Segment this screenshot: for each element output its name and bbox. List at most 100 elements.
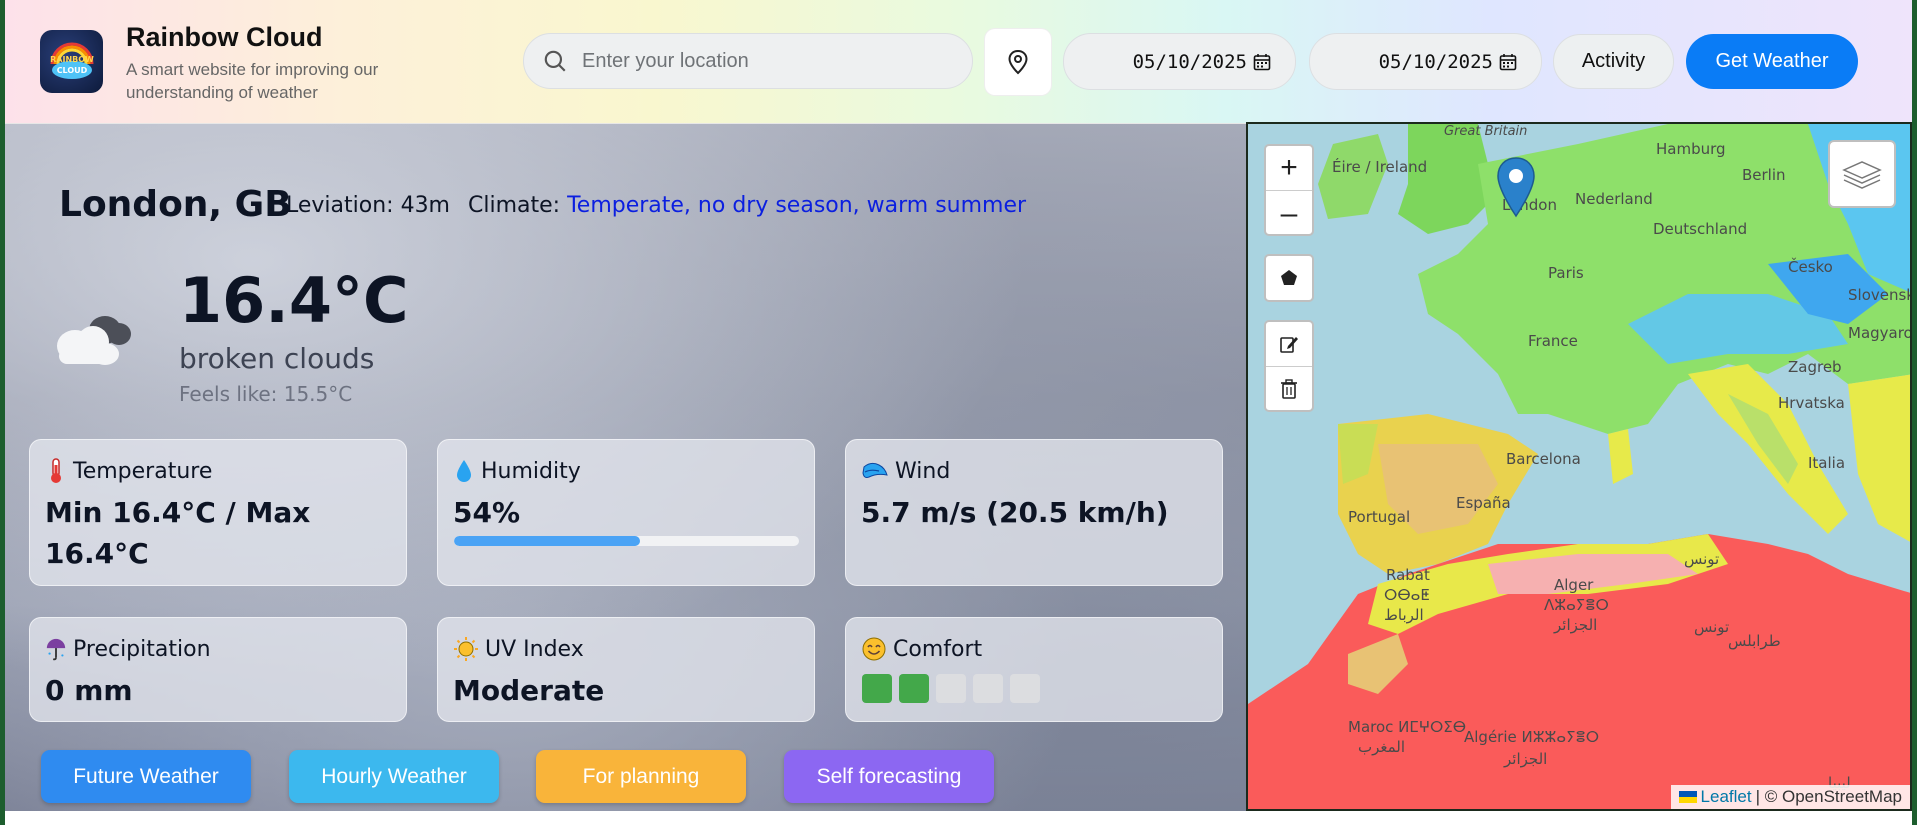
map-label-alger-arabic: الجزائر xyxy=(1554,616,1598,634)
zoom-out-button[interactable]: – xyxy=(1266,191,1312,236)
get-weather-button[interactable]: Get Weather xyxy=(1686,34,1858,89)
map-label-tunis-arabic: تونس xyxy=(1684,550,1720,568)
temperature-card-label: Temperature xyxy=(45,458,212,484)
delete-layers-button[interactable] xyxy=(1266,366,1312,410)
map-label-rabat-tifinagh: ⵔⴱⴰⵟ xyxy=(1384,586,1430,604)
comfort-card: Comfort xyxy=(845,617,1223,722)
map-label-cesko: Česko xyxy=(1788,258,1833,276)
map-label-rabat: Rabat xyxy=(1386,566,1430,584)
humidity-progress-fill xyxy=(454,536,641,546)
map-label-paris: Paris xyxy=(1548,264,1584,282)
polygon-icon xyxy=(1281,270,1297,285)
temperature-card: Temperature Min 16.4°C / Max 16.4°C xyxy=(29,439,407,586)
climate-value-link[interactable]: Temperate, no dry season, warm summer xyxy=(567,193,1026,218)
uv-index-label-text: UV Index xyxy=(485,636,584,662)
location-pin-icon xyxy=(1008,49,1028,75)
thermometer-icon xyxy=(45,458,67,484)
comfort-level-indicator xyxy=(862,674,1040,703)
comfort-card-label: Comfort xyxy=(861,636,982,662)
map-label-espana: España xyxy=(1456,494,1511,512)
leaflet-link[interactable]: Leaflet xyxy=(1701,787,1752,807)
comfort-label-text: Comfort xyxy=(893,636,983,662)
comfort-level-dot xyxy=(936,674,966,703)
map-label-tarabulus: طرابلس xyxy=(1728,632,1781,650)
temperature-label-text: Temperature xyxy=(73,458,213,484)
edit-layers-button[interactable] xyxy=(1266,322,1312,366)
temperature-value: Min 16.4°C / Max 16.4°C xyxy=(45,496,311,570)
weather-panel: London, GB Leviation: 43m Climate: Tempe… xyxy=(5,124,1246,811)
comfort-level-dot xyxy=(862,674,892,703)
map-label-hrvatska: Hrvatska xyxy=(1778,394,1845,412)
header: RAINBOW CLOUD Rainbow Cloud A smart webs… xyxy=(5,0,1912,124)
uv-index-card: UV Index Moderate xyxy=(437,617,815,722)
climate-map[interactable]: Great Britain Éire / Ireland Hamburg Ber… xyxy=(1246,122,1912,811)
zoom-in-button[interactable]: + xyxy=(1266,146,1312,191)
sun-icon xyxy=(453,636,479,662)
edit-icon xyxy=(1280,337,1298,353)
humidity-progress-bar xyxy=(454,536,799,546)
map-label-barcelona: Barcelona xyxy=(1506,450,1581,468)
future-weather-button[interactable]: Future Weather xyxy=(41,750,251,803)
elevation-text: Leviation: 43m xyxy=(286,193,450,218)
umbrella-icon xyxy=(45,636,67,662)
search-box[interactable] xyxy=(523,33,973,89)
map-label-great-britain: Great Britain xyxy=(1444,124,1528,139)
precipitation-label-text: Precipitation xyxy=(73,636,211,662)
map-label-alger-tifinagh: ⴷⵣⴰⵢⴻⵔ xyxy=(1544,596,1609,614)
map-label-algerie-arabic: الجزائر xyxy=(1504,750,1548,768)
svg-text:CLOUD: CLOUD xyxy=(56,66,87,75)
attribution-text: | © OpenStreetMap xyxy=(1755,787,1902,806)
map-label-zagreb: Zagreb xyxy=(1788,358,1842,376)
self-forecasting-button[interactable]: Self forecasting xyxy=(784,750,994,803)
app-logo[interactable]: RAINBOW CLOUD xyxy=(40,30,103,93)
precipitation-card: Precipitation 0 mm xyxy=(29,617,407,722)
hourly-weather-button[interactable]: Hourly Weather xyxy=(289,750,499,803)
draw-polygon-button[interactable] xyxy=(1266,256,1312,300)
map-label-magyarorszag: Magyarország xyxy=(1848,324,1912,342)
draw-control xyxy=(1264,254,1314,302)
start-date-value: 05/10/2025 xyxy=(1132,50,1247,73)
map-label-deutschland: Deutschland xyxy=(1653,220,1748,238)
calendar-icon[interactable] xyxy=(1253,53,1271,71)
map-label-italia: Italia xyxy=(1808,454,1846,472)
calendar-icon[interactable] xyxy=(1499,53,1517,71)
map-label-france: France xyxy=(1528,332,1578,350)
droplet-icon xyxy=(453,458,475,484)
search-input[interactable] xyxy=(582,49,942,73)
uv-index-card-label: UV Index xyxy=(453,636,584,662)
map-label-ireland: Éire / Ireland xyxy=(1332,158,1428,176)
climate-text: Climate: Temperate, no dry season, warm … xyxy=(468,193,1026,218)
comfort-level-dot xyxy=(899,674,929,703)
for-planning-button[interactable]: For planning xyxy=(536,750,746,803)
end-date-value: 05/10/2025 xyxy=(1378,50,1493,73)
map-label-alger: Alger xyxy=(1554,576,1594,594)
layers-icon xyxy=(1842,161,1882,189)
map-label-nederland: Nederland xyxy=(1575,190,1653,208)
trash-icon xyxy=(1281,378,1297,399)
use-location-button[interactable] xyxy=(985,29,1051,95)
map-label-slovensko: Slovensko xyxy=(1848,286,1910,304)
map-attribution: Leaflet | © OpenStreetMap xyxy=(1670,785,1910,809)
layers-button[interactable] xyxy=(1828,140,1896,208)
wind-icon xyxy=(861,458,889,484)
city-name: London, GB xyxy=(59,184,292,225)
map-label-algerie: Algérie ⵍⵣⵣⴰⵢⴻⵔ xyxy=(1464,728,1600,746)
app-title: Rainbow Cloud xyxy=(126,22,323,52)
wind-label-text: Wind xyxy=(895,458,951,484)
current-temperature: 16.4°C xyxy=(179,264,409,337)
precipitation-card-label: Precipitation xyxy=(45,636,211,662)
app-subtitle: A smart website for improving our unders… xyxy=(126,60,379,102)
end-date-input[interactable]: 05/10/2025 xyxy=(1309,33,1542,90)
map-label-hamburg: Hamburg xyxy=(1656,140,1726,158)
zoom-control: + – xyxy=(1264,144,1314,236)
start-date-input[interactable]: 05/10/2025 xyxy=(1063,33,1296,90)
map-label-maroc-arabic: المغرب xyxy=(1358,738,1406,756)
map-label-rabat-arabic: الرباط xyxy=(1384,606,1424,624)
map-label-berlin: Berlin xyxy=(1742,166,1786,184)
humidity-card: Humidity 54% xyxy=(437,439,815,586)
activity-button[interactable]: Activity xyxy=(1553,34,1674,89)
wind-card: Wind 5.7 m/s (20.5 km/h) xyxy=(845,439,1223,586)
comfort-level-dot xyxy=(973,674,1003,703)
humidity-label-text: Humidity xyxy=(481,458,581,484)
location-marker-icon[interactable] xyxy=(1496,156,1536,218)
